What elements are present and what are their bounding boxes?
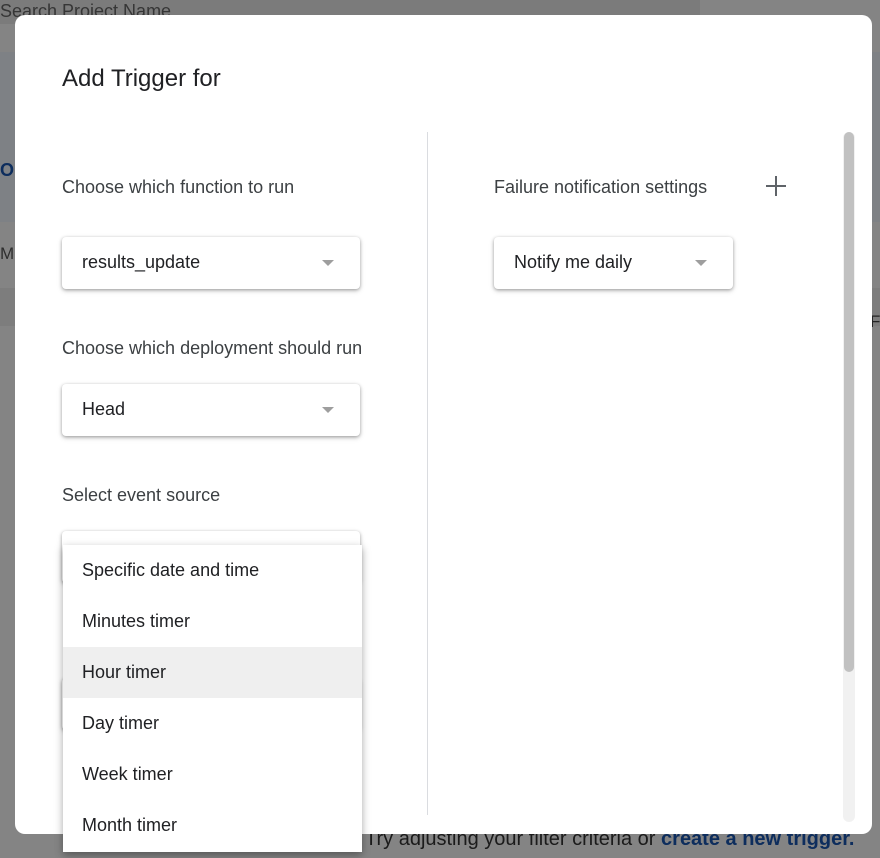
failure-notification-select[interactable]: Notify me daily bbox=[494, 237, 733, 289]
failure-notification-value: Notify me daily bbox=[514, 252, 633, 272]
menu-item-minutes-timer[interactable]: Minutes timer bbox=[63, 596, 362, 647]
function-label: Choose which function to run bbox=[62, 177, 295, 197]
event-source-menu: Specific date and time Minutes timer Hou… bbox=[63, 545, 362, 852]
plus-icon[interactable] bbox=[765, 175, 787, 197]
failure-notification-label: Failure notification settings bbox=[494, 177, 708, 197]
event-source-label: Select event source bbox=[62, 485, 221, 505]
scrollbar-thumb[interactable] bbox=[844, 132, 854, 672]
menu-item-specific-date-time[interactable]: Specific date and time bbox=[63, 545, 362, 596]
function-select-value: results_update bbox=[82, 252, 201, 272]
deployment-select[interactable]: Head bbox=[62, 384, 360, 436]
dialog-title: Add Trigger for bbox=[62, 65, 221, 92]
menu-item-week-timer[interactable]: Week timer bbox=[63, 749, 362, 800]
chevron-down-icon bbox=[695, 260, 707, 266]
menu-item-day-timer[interactable]: Day timer bbox=[63, 698, 362, 749]
menu-item-month-timer[interactable]: Month timer bbox=[63, 800, 362, 851]
deployment-select-value: Head bbox=[82, 399, 126, 419]
function-select[interactable]: results_update bbox=[62, 237, 360, 289]
deployment-label: Choose which deployment should run bbox=[62, 338, 363, 358]
chevron-down-icon bbox=[322, 407, 334, 413]
chevron-down-icon bbox=[322, 260, 334, 266]
menu-item-hour-timer[interactable]: Hour timer bbox=[63, 647, 362, 698]
column-divider bbox=[427, 132, 428, 815]
